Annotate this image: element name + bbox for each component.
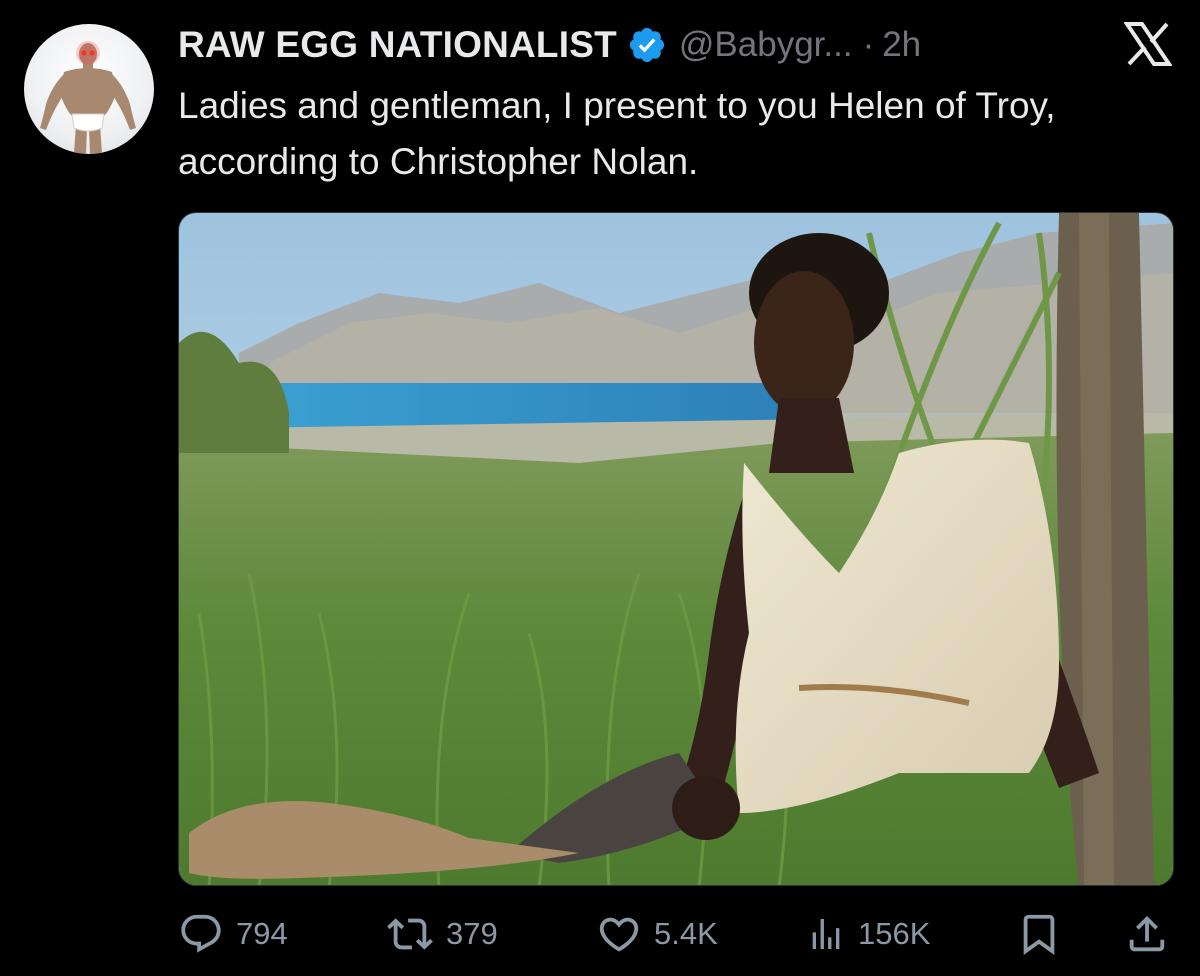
- bookmark-button[interactable]: [1016, 906, 1062, 962]
- retweet-icon: [387, 918, 433, 950]
- verified-badge-icon: [627, 25, 667, 65]
- retweet-button[interactable]: 379: [386, 906, 498, 962]
- timestamp[interactable]: 2h: [882, 25, 921, 65]
- display-name[interactable]: RAW EGG NATIONALIST: [178, 24, 617, 66]
- separator-dot: ·: [862, 25, 875, 64]
- bookmark-icon: [1023, 914, 1055, 955]
- avatar[interactable]: [24, 24, 154, 154]
- heart-icon: [599, 917, 639, 952]
- like-count: 5.4K: [654, 916, 718, 951]
- user-handle[interactable]: @Babygr...: [679, 25, 853, 65]
- like-button[interactable]: 5.4K: [596, 906, 718, 962]
- views-count: 156K: [858, 916, 931, 951]
- share-icon: [1129, 915, 1165, 952]
- retweet-count: 379: [446, 916, 498, 951]
- tweet-media-image[interactable]: [178, 212, 1174, 886]
- views-icon: [812, 919, 840, 949]
- tweet-text: Ladies and gentleman, I present to you H…: [178, 85, 1056, 182]
- x-logo-icon[interactable]: [1123, 22, 1173, 66]
- reply-icon: [181, 914, 221, 953]
- views-button[interactable]: 156K: [806, 906, 930, 962]
- photo: [179, 213, 1173, 885]
- avatar-image: [40, 41, 136, 154]
- tweet-header: RAW EGG NATIONALIST @Babygr... · 2h: [178, 20, 921, 70]
- tweet-action-bar: 794 379 5.4K 156K: [0, 906, 1200, 962]
- reply-button[interactable]: 794: [178, 906, 288, 962]
- reply-count: 794: [236, 916, 288, 951]
- share-button[interactable]: [1124, 906, 1170, 962]
